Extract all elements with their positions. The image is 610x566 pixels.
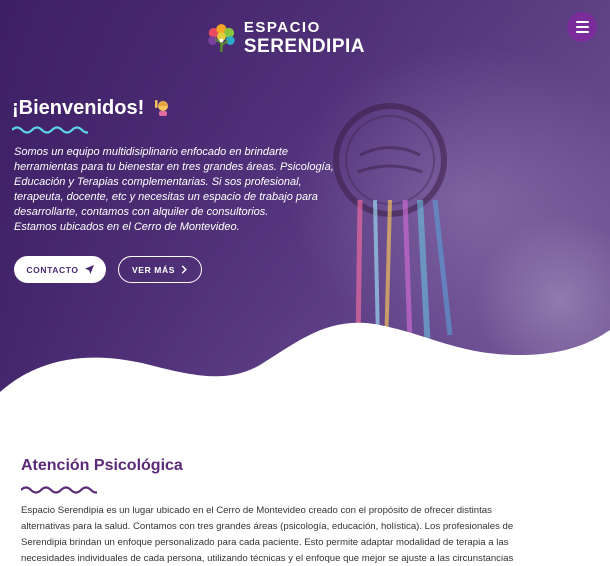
section-body-line: Serendipia brindan un enfoque personaliz… [21,537,509,548]
contact-button[interactable]: CONTACTO [14,256,106,283]
section-body-line: necesidades individuales de cada persona… [21,553,514,564]
send-icon [84,265,94,274]
logo-line-2: SERENDIPIA [243,36,365,57]
decorative-wave-icon [12,126,88,134]
see-more-button-label: VER MÁS [132,264,175,275]
section-body: Espacio Serendipia es un lugar ubicado e… [21,503,591,566]
site-logo[interactable]: ESPACIO SERENDIPIA [205,12,365,64]
welcome-heading: ¡Bienvenidos! [12,97,172,120]
intro-line: terapeuta, docente, etc y necesitas un e… [14,191,318,203]
intro-line: herramientas para tu bienestar en tres g… [14,161,334,173]
hamburger-icon [575,21,589,23]
intro-paragraph: Somos un equipo multidisiplinario enfoca… [14,145,344,235]
intro-line: Estamos ubicados en el Cerro de Montevid… [14,221,240,233]
welcome-title: ¡Bienvenidos! [12,97,145,119]
hamburger-menu-button[interactable] [567,12,597,42]
hamburger-icon-bar [575,26,589,28]
contact-button-label: CONTACTO [26,264,79,275]
section-body-line: Espacio Serendipia es un lugar ubicado e… [21,505,492,516]
hero-banner: ESPACIO SERENDIPIA ¡Bienvenidos! Somos u… [0,0,610,400]
chevron-right-icon [181,265,187,274]
intro-line: Educación y Terapias complementarias. Si… [14,176,302,188]
hero-bottom-wave [0,322,610,400]
logo-line-1: ESPACIO [243,19,321,36]
woman-raising-hand-icon [154,100,168,116]
section-title: Atención Psicológica [21,457,183,474]
intro-line: Somos un equipo multidisiplinario enfoca… [14,146,288,158]
decorative-wave-icon [21,486,97,494]
intro-line: desarrollarte, contamos con alquiler de … [14,206,269,218]
logo-text: ESPACIO SERENDIPIA [244,20,365,56]
see-more-button[interactable]: VER MÁS [118,256,202,283]
hamburger-icon-bar [575,31,589,33]
section-body-line: alternativas para la salud. Contamos con… [21,521,514,532]
tree-logo-icon [208,24,235,52]
